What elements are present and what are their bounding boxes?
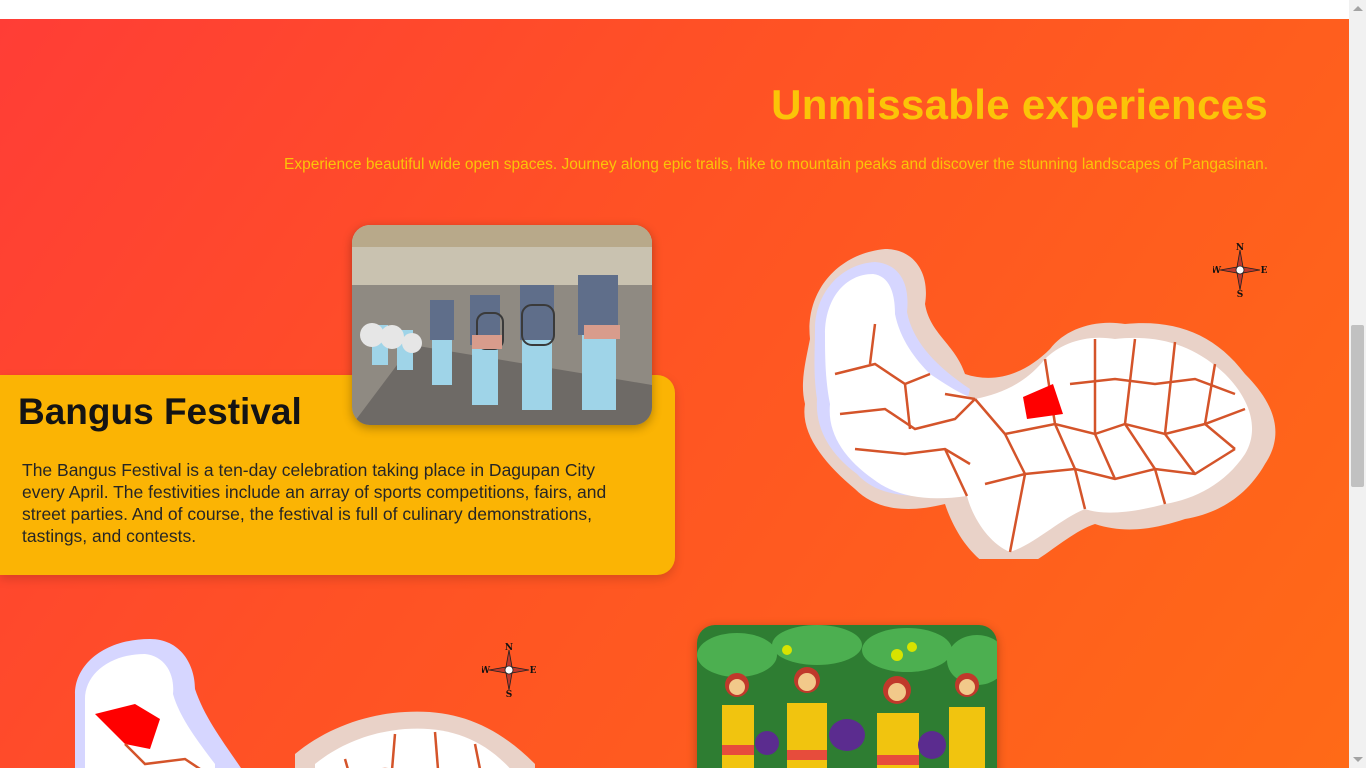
compass-south-label: S xyxy=(506,690,513,697)
compass-north-label: N xyxy=(505,643,513,653)
pangasinan-map-west xyxy=(75,639,535,768)
compass-west-label: W xyxy=(1213,266,1222,276)
experience-description: The Bangus Festival is a ten-day celebra… xyxy=(22,460,607,546)
compass-east-label: E xyxy=(1261,266,1267,276)
page-top-bar xyxy=(0,0,1349,19)
compass-rose-icon: N S E W xyxy=(1213,243,1267,297)
compass-rose-icon: N S E W xyxy=(482,643,536,697)
compass-east-label: E xyxy=(530,666,536,676)
scroll-down-arrow-icon[interactable] xyxy=(1353,757,1363,762)
compass-north-label: N xyxy=(1236,243,1244,253)
section-subtitle: Experience beautiful wide open spaces. J… xyxy=(283,156,1268,173)
section-heading: Unmissable experiences xyxy=(771,81,1268,128)
scroll-up-arrow-icon[interactable] xyxy=(1353,6,1363,11)
compass-south-label: S xyxy=(1237,290,1244,297)
experiences-section: Unmissable experiences Experience beauti… xyxy=(0,19,1349,768)
compass-west-label: W xyxy=(482,666,491,676)
festival-dancers-photo xyxy=(697,625,997,768)
experience-title: Bangus Festival xyxy=(18,391,302,432)
pangasinan-map-dagupan xyxy=(802,249,1276,559)
scrollbar-thumb[interactable] xyxy=(1351,325,1364,487)
bangus-festival-photo xyxy=(352,225,652,425)
